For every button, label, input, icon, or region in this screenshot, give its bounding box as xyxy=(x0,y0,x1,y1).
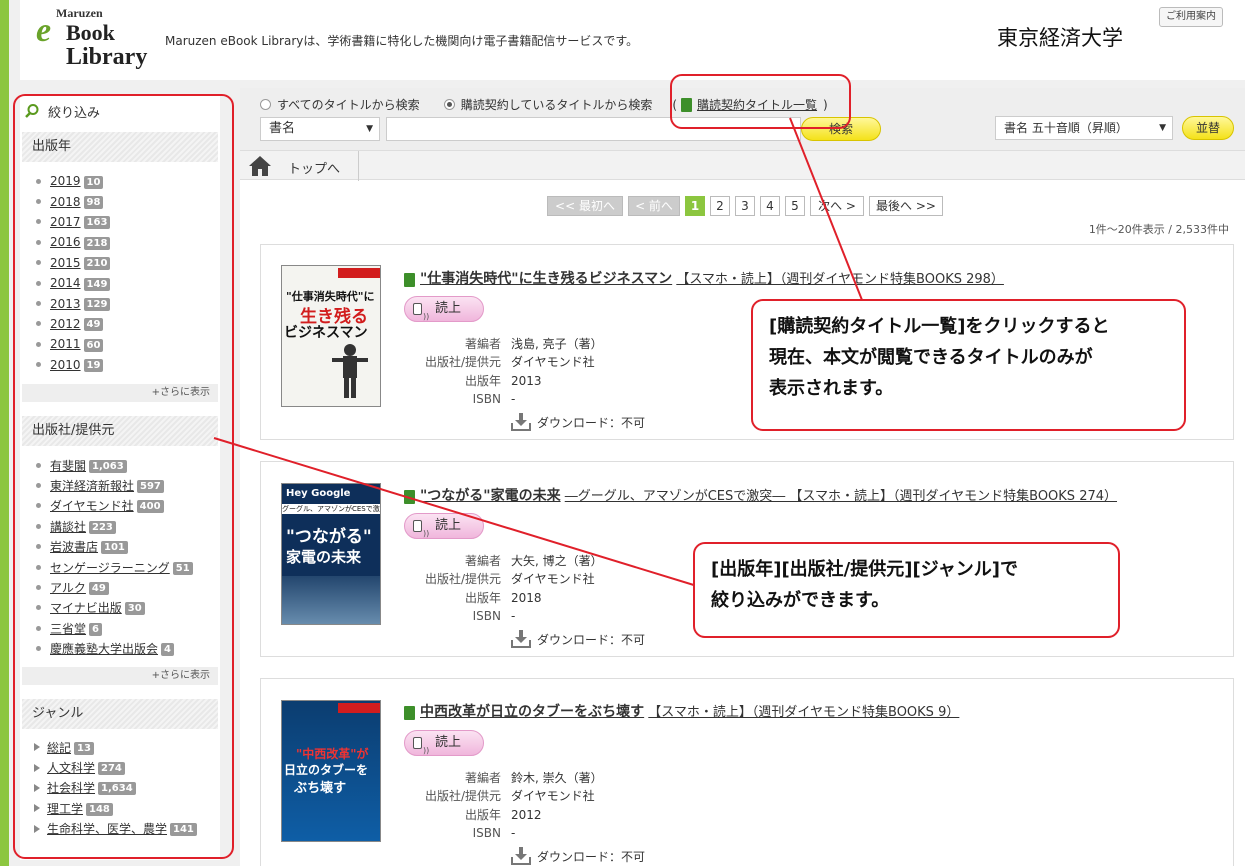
annotation-link-highlight xyxy=(670,74,851,129)
callout-line: [購読契約タイトル一覧]をクリックすると xyxy=(769,316,1110,337)
callout-line: [出版年][出版社/提供元][ジャンル]で xyxy=(711,559,1019,580)
callout-line: 絞り込みができます。 xyxy=(711,590,890,611)
callout-line: 表示されます。 xyxy=(769,378,894,399)
arrow-line-subscription xyxy=(789,117,863,301)
callout-filter: [出版年][出版社/提供元][ジャンル]で 絞り込みができます。 xyxy=(693,542,1120,638)
callout-line: 現在、本文が閲覧できるタイトルのみが xyxy=(769,347,1093,368)
arrow-line-filter xyxy=(213,437,698,587)
annotation-sidebar-highlight xyxy=(13,94,234,859)
callout-subscription-list: [購読契約タイトル一覧]をクリックすると 現在、本文が閲覧できるタイトルのみが … xyxy=(751,299,1186,431)
